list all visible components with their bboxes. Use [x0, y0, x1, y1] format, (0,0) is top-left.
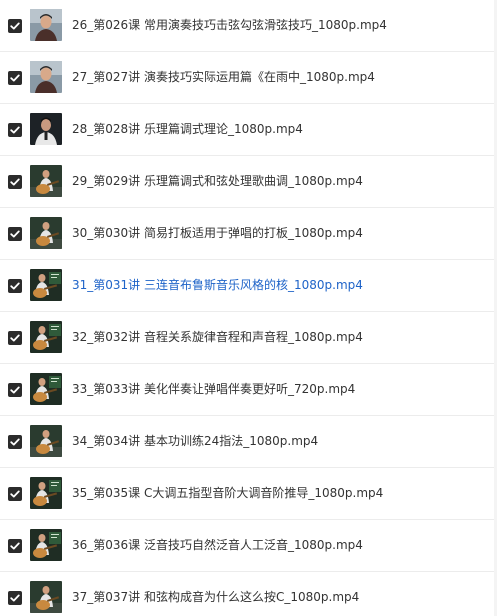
file-name: 32_第032讲 音程关系旋律音程和声音程_1080p.mp4	[72, 330, 363, 344]
video-thumbnail-icon	[30, 321, 62, 353]
file-name: 36_第036课 泛音技巧自然泛音人工泛音_1080p.mp4	[72, 538, 363, 552]
file-row-9[interactable]: 34_第034讲 基本功训练24指法_1080p.mp4	[0, 416, 497, 468]
video-thumbnail-icon	[30, 477, 62, 509]
file-row-4[interactable]: 29_第029讲 乐理篇调式和弦处理歌曲调_1080p.mp4	[0, 156, 497, 208]
file-row-5[interactable]: 30_第030讲 简易打板适用于弹唱的打板_1080p.mp4	[0, 208, 497, 260]
file-row-8[interactable]: 33_第033讲 美化伴奏让弹唱伴奏更好听_720p.mp4	[0, 364, 497, 416]
file-row-3[interactable]: 28_第028讲 乐理篇调式理论_1080p.mp4	[0, 104, 497, 156]
checkbox[interactable]	[8, 175, 22, 189]
file-name: 37_第037讲 和弦构成音为什么这么按C_1080p.mp4	[72, 590, 360, 604]
file-row-12[interactable]: 37_第037讲 和弦构成音为什么这么按C_1080p.mp4	[0, 572, 497, 616]
video-thumbnail-icon	[30, 113, 62, 145]
checkbox[interactable]	[8, 383, 22, 397]
file-name: 33_第033讲 美化伴奏让弹唱伴奏更好听_720p.mp4	[72, 382, 356, 396]
checkbox[interactable]	[8, 539, 22, 553]
file-name: 28_第028讲 乐理篇调式理论_1080p.mp4	[72, 122, 303, 136]
video-thumbnail-icon	[30, 61, 62, 93]
checkbox[interactable]	[8, 227, 22, 241]
file-list: 26_第026课 常用演奏技巧击弦勾弦滑弦技巧_1080p.mp4 27_第02…	[0, 0, 497, 616]
checkmark-icon	[10, 334, 20, 342]
video-thumbnail-icon	[30, 373, 62, 405]
checkbox[interactable]	[8, 279, 22, 293]
video-thumbnail-icon	[30, 9, 62, 41]
file-row-2[interactable]: 27_第027讲 演奏技巧实际运用篇《在雨中_1080p.mp4	[0, 52, 497, 104]
checkmark-icon	[10, 230, 20, 238]
file-row-11[interactable]: 36_第036课 泛音技巧自然泛音人工泛音_1080p.mp4	[0, 520, 497, 572]
checkmark-icon	[10, 386, 20, 394]
checkmark-icon	[10, 490, 20, 498]
checkbox[interactable]	[8, 71, 22, 85]
file-name: 30_第030讲 简易打板适用于弹唱的打板_1080p.mp4	[72, 226, 363, 240]
checkmark-icon	[10, 178, 20, 186]
checkmark-icon	[10, 74, 20, 82]
video-thumbnail-icon	[30, 529, 62, 561]
checkbox[interactable]	[8, 591, 22, 605]
video-thumbnail-icon	[30, 269, 62, 301]
file-name: 26_第026课 常用演奏技巧击弦勾弦滑弦技巧_1080p.mp4	[72, 18, 387, 32]
video-thumbnail-icon	[30, 581, 62, 613]
file-name: 29_第029讲 乐理篇调式和弦处理歌曲调_1080p.mp4	[72, 174, 363, 188]
video-thumbnail-icon	[30, 165, 62, 197]
checkmark-icon	[10, 438, 20, 446]
checkmark-icon	[10, 282, 20, 290]
video-thumbnail-icon	[30, 425, 62, 457]
file-row-7[interactable]: 32_第032讲 音程关系旋律音程和声音程_1080p.mp4	[0, 312, 497, 364]
checkbox[interactable]	[8, 435, 22, 449]
checkbox[interactable]	[8, 487, 22, 501]
file-name: 34_第034讲 基本功训练24指法_1080p.mp4	[72, 434, 319, 448]
checkbox[interactable]	[8, 19, 22, 33]
checkmark-icon	[10, 22, 20, 30]
checkmark-icon	[10, 126, 20, 134]
file-name: 35_第035课 C大调五指型音阶大调音阶推导_1080p.mp4	[72, 486, 384, 500]
video-thumbnail-icon	[30, 217, 62, 249]
checkbox[interactable]	[8, 331, 22, 345]
file-name: 27_第027讲 演奏技巧实际运用篇《在雨中_1080p.mp4	[72, 70, 375, 84]
file-row-6[interactable]: 31_第031讲 三连音布鲁斯音乐风格的核_1080p.mp4	[0, 260, 497, 312]
file-row-1[interactable]: 26_第026课 常用演奏技巧击弦勾弦滑弦技巧_1080p.mp4	[0, 0, 497, 52]
checkmark-icon	[10, 594, 20, 602]
checkmark-icon	[10, 542, 20, 550]
checkbox[interactable]	[8, 123, 22, 137]
file-name: 31_第031讲 三连音布鲁斯音乐风格的核_1080p.mp4	[72, 278, 363, 292]
file-row-10[interactable]: 35_第035课 C大调五指型音阶大调音阶推导_1080p.mp4	[0, 468, 497, 520]
